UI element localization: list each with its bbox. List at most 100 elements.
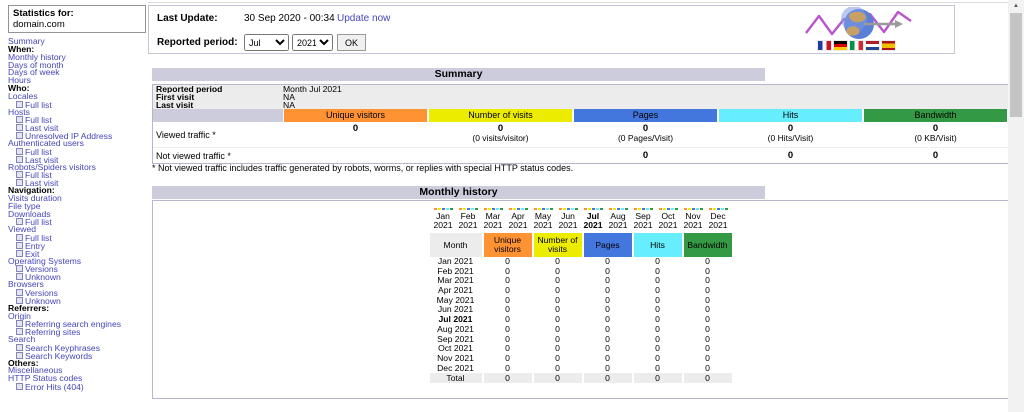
monthly-header-unique-visitors: Unique visitors [484, 233, 532, 257]
chart-month-jan-2021: Jan2021 [431, 208, 456, 230]
ok-button[interactable]: OK [337, 34, 366, 51]
chart-bar-tick [642, 208, 645, 210]
summary-table: Reported periodMonth Jul 2021First visit… [152, 84, 1009, 164]
chart-bar-tick [659, 208, 662, 210]
chart-bar-tick [446, 208, 449, 210]
chart-bars-may [531, 208, 556, 210]
chart-bar-tick [434, 208, 437, 210]
detail-icon [16, 320, 23, 327]
viewed-traffic-cell-bandwidth: 0(0 KB/Visit) [863, 122, 1008, 147]
viewed-value: 0 [283, 124, 428, 134]
flag-netherlands[interactable] [866, 41, 879, 50]
monthly-total-pages: 0 [584, 373, 632, 383]
chart-year-label: 2021 [681, 221, 706, 230]
monthly-total-unique-visitors: 0 [484, 373, 532, 383]
monthly-header-bandwidth: Bandwidth [684, 233, 732, 257]
chart-month-jun-2021: Jun2021 [556, 208, 581, 230]
summary-header-bandwidth: Bandwidth [864, 109, 1007, 122]
chart-bars-feb [456, 208, 481, 210]
scroll-up-arrow-icon[interactable]: ▲ [1008, 1, 1024, 12]
flag-germany[interactable] [834, 41, 847, 50]
chart-year-label: 2021 [431, 221, 456, 230]
monthly-cell-dec-2021-hits: 0 [634, 364, 682, 374]
summary-header-pages: Pages [574, 109, 717, 122]
chart-bar-tick [700, 208, 703, 210]
statistics-for-label: Statistics for: [13, 8, 141, 19]
monthly-cell-dec-2021-unique-visitors: 0 [484, 364, 532, 374]
chart-bar-tick [534, 208, 537, 210]
globe-icon [804, 7, 914, 41]
chart-bar-tick [634, 208, 637, 210]
chart-bar-tick [584, 208, 587, 210]
chart-bar-tick [459, 208, 462, 210]
chart-year-label: 2021 [656, 221, 681, 230]
monthly-total-label: Total [430, 373, 482, 383]
monthly-history-panel: Jan2021Feb2021Mar2021Apr2021May2021Jun20… [152, 200, 1009, 399]
monthly-header-month: Month [430, 233, 482, 257]
scrollbar-thumb[interactable] [1010, 13, 1022, 117]
detail-icon [16, 148, 23, 155]
chart-bar-tick [709, 208, 712, 210]
chart-year-label: 2021 [581, 221, 606, 230]
update-now-link[interactable]: Update now [337, 13, 390, 24]
chart-bar-tick [625, 208, 628, 210]
chart-bar-tick [609, 208, 612, 210]
not-viewed-footnote: * Not viewed traffic includes traffic ge… [152, 163, 573, 173]
summary-info-value-first-visit: NA [283, 93, 1008, 101]
chart-bars-mar [481, 208, 506, 210]
chart-year-label: 2021 [706, 221, 731, 230]
chart-bar-tick [442, 208, 445, 210]
chart-bar-tick [717, 208, 720, 210]
chart-bar-tick [671, 208, 674, 210]
chart-month-jul-2021: Jul2021 [581, 208, 606, 230]
detail-icon [16, 344, 23, 351]
chart-bar-tick [450, 208, 453, 210]
monthly-history-chart: Jan2021Feb2021Mar2021Apr2021May2021Jun20… [153, 201, 1008, 230]
chart-bar-tick [596, 208, 599, 210]
last-update-value: 30 Sep 2020 - 00:34 [244, 13, 335, 24]
viewed-ratio: (0 KB/Visit) [863, 134, 1008, 143]
viewed-ratio: (0 Hits/Visit) [718, 134, 863, 143]
chart-bar-tick [525, 208, 528, 210]
chart-bars-jul [581, 208, 606, 210]
chart-bar-tick [550, 208, 553, 210]
vertical-scrollbar[interactable]: ▲ [1008, 0, 1024, 412]
summary-header-number-of-visits: Number of visits [429, 109, 572, 122]
flag-spain[interactable] [882, 41, 895, 50]
chart-bar-tick [488, 208, 491, 210]
chart-bar-tick [475, 208, 478, 210]
detail-icon [16, 171, 23, 178]
chart-bar-tick [467, 208, 470, 210]
chart-bar-tick [646, 208, 649, 210]
chart-bars-jan [431, 208, 456, 210]
detail-icon [16, 289, 23, 296]
chart-year-label: 2021 [481, 221, 506, 230]
year-select[interactable]: 2021 [292, 34, 333, 51]
chart-bar-tick [675, 208, 678, 210]
not-viewed-empty-cell [283, 147, 573, 163]
chart-bar-tick [559, 208, 562, 210]
flag-italy[interactable] [850, 41, 863, 50]
viewed-traffic-cell-number-of-visits: 0(0 visits/visitor) [428, 122, 573, 147]
monthly-header-hits: Hits [634, 233, 682, 257]
not-viewed-cell-pages: 0 [573, 147, 718, 163]
sidebar-link-error-hits-404[interactable]: Error Hits (404) [25, 382, 84, 392]
chart-year-label: 2021 [631, 221, 656, 230]
chart-bar-tick [521, 208, 524, 210]
chart-bars-aug [606, 208, 631, 210]
chart-bar-tick [538, 208, 541, 210]
chart-bar-tick [663, 208, 666, 210]
chart-bars-jun [556, 208, 581, 210]
flag-france[interactable] [818, 41, 831, 50]
chart-bar-tick [496, 208, 499, 210]
domain-name: domain.com [13, 19, 141, 30]
chart-bars-sep [631, 208, 656, 210]
viewed-traffic-cell-unique-visitors: 0 [283, 122, 428, 147]
monthly-total-hits: 0 [634, 373, 682, 383]
chart-bar-tick [721, 208, 724, 210]
chart-month-feb-2021: Feb2021 [456, 208, 481, 230]
statistics-for-box: Statistics for: domain.com [8, 5, 146, 33]
chart-bar-tick [588, 208, 591, 210]
month-select[interactable]: Jul [244, 34, 289, 51]
monthly-cell-dec-2021-bandwidth: 0 [684, 364, 732, 374]
